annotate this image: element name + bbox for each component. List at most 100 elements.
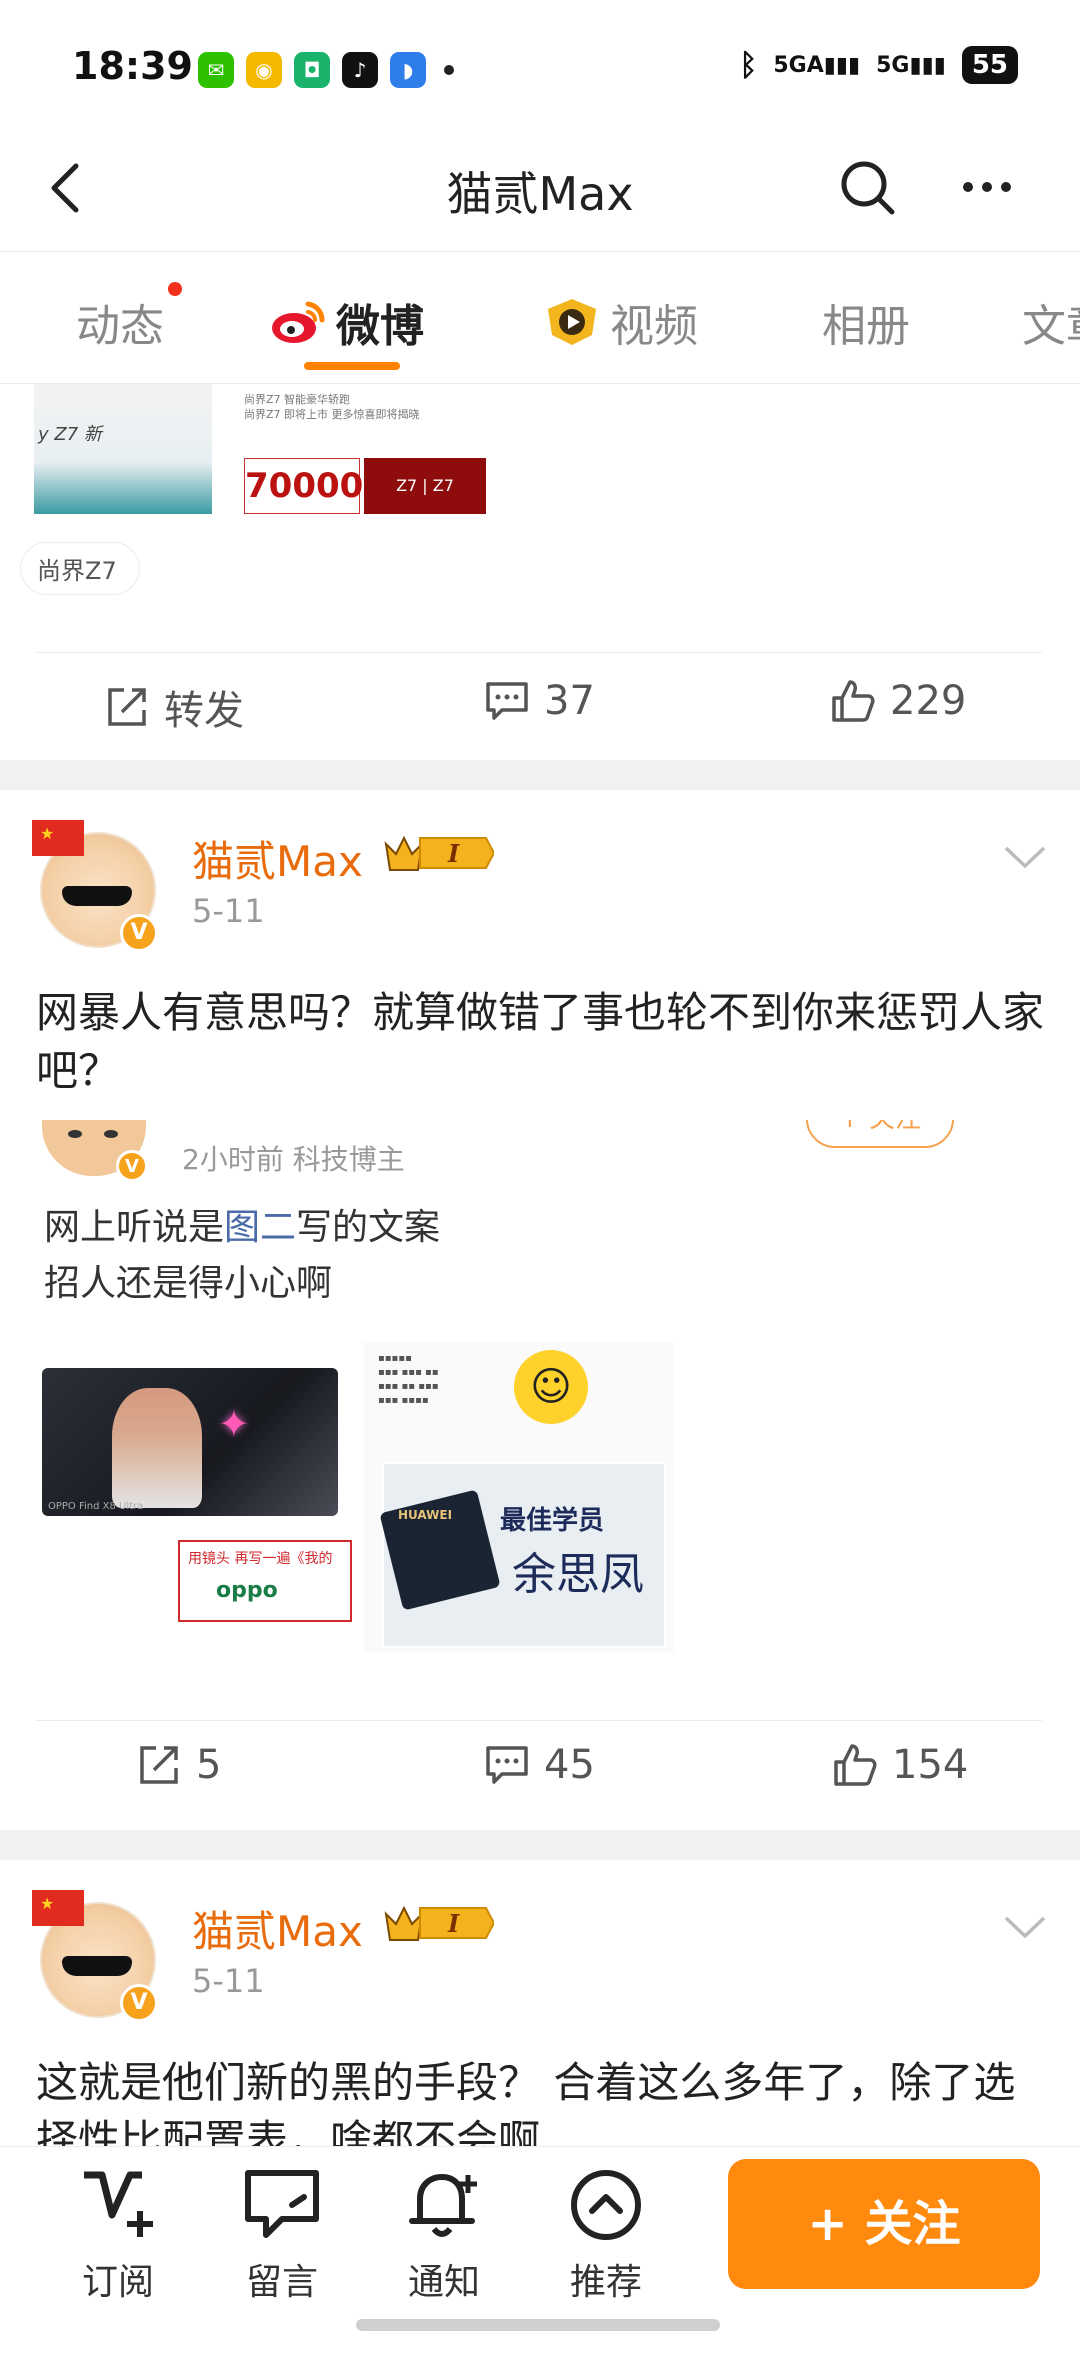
chevron-down-icon[interactable] [1000,838,1050,878]
top-nav-bar: 猫贰Max [0,130,1080,252]
post-actions: 转发 37 229 [0,656,1080,756]
author-name[interactable]: 猫贰Max [192,1898,363,1959]
repost-icon [140,1746,178,1784]
tab-articles[interactable]: 文章 [1022,290,1080,354]
image-body-text: 尚界Z7 智能豪华轿跑 尚界Z7 即将上市 更多惊喜即将揭晓 [244,393,420,421]
previous-post: y Z7 新 尚界Z7 智能豪华轿跑 尚界Z7 即将上市 更多惊喜即将揭晓 700… [0,384,1080,759]
avatar[interactable]: ★ V [32,1890,162,2022]
repost-button[interactable]: 转发 [104,678,244,736]
divider [36,1720,1042,1721]
video-badge-icon [548,299,596,345]
divider [36,652,1042,653]
tab-dynamics[interactable]: 动态 [76,290,164,354]
avatar-eye [68,1130,82,1138]
like-button[interactable]: 154 [832,1742,968,1788]
neon-sign: ✦ [218,1402,250,1446]
post-text: 这就是他们新的黑的手段？ 合着这么多年了，除了选择性比配置表，啥都不会啊 [36,2058,1016,2150]
post-date: 5-11 [192,892,265,930]
award-title: 最佳学员 [500,1506,605,1536]
post-separator [0,1830,1080,1860]
huawei-logo: HUAWEI [398,1508,453,1522]
member-crown-icon: I [384,1905,494,1941]
sunglasses-decoration [62,886,132,906]
quoted-follow-button: + 关注 [806,1120,954,1148]
thumbs-up-icon [834,1744,877,1786]
weibo-icon: ◉ [246,52,282,88]
embedded-screenshot[interactable]: V 2小时前 科技博主 + 关注 网上听说是图二写的文案 招人还是得小心啊 ✦ … [0,1120,1080,1680]
bottom-action-bar: 订阅 留言 通知 推荐 + 关注 [0,2146,1080,2354]
tab-album[interactable]: 相册 [822,290,910,354]
notification-button[interactable]: 通知 [384,2165,504,2305]
comment-button[interactable]: 45 [484,1742,595,1788]
more-notifications-icon [444,65,454,75]
follow-button[interactable]: + 关注 [728,2159,1040,2289]
tab-weibo[interactable]: 微博 [270,290,424,354]
signal-icon-1: 5GA▮▮▮ [773,52,861,78]
quoted-line-1: 网上听说是图二写的文案 [44,1207,441,1248]
author-name[interactable]: 猫贰Max [192,828,363,889]
quoted-image-1-caption: 用镜头 再写一遍《我的 oppo [178,1540,352,1622]
status-bar: 18:39 ✉ ◉ ◘ ♪ ◗ ᛒ 5GA▮▮▮ 5G▮▮▮ 55 [0,0,1080,130]
topic-chip[interactable]: 尚界Z7 [20,542,140,595]
app-icon: ◘ [294,52,330,88]
shield-icon: ◗ [390,52,426,88]
person-figure [112,1388,202,1508]
signal-icon-2: 5G▮▮▮ [876,52,946,78]
quoted-text: 网上听说是图二写的文案 招人还是得小心啊 [44,1200,440,1312]
post-separator [0,760,1080,790]
wechat-icon: ✉ [198,52,234,88]
comment-button[interactable]: 37 [484,678,595,724]
screenshot-lines: ▪▪▪▪▪ ▪▪▪ ▪▪▪ ▪▪ ▪▪▪ ▪▪ ▪▪▪ ▪▪▪ ▪▪▪▪ [378,1353,439,1406]
bell-icon [409,2174,477,2237]
thumbs-up-icon [832,680,875,722]
post-actions: 5 45 154 [0,1720,1080,1820]
subscribe-button[interactable]: 订阅 [58,2165,178,2305]
comment-icon [486,682,528,720]
quoted-line-2: 招人还是得小心啊 [44,1263,333,1304]
price-tag: 70000 [244,458,363,514]
search-icon[interactable] [836,156,898,218]
active-tab-indicator [304,362,400,370]
award-card: HUAWEI 最佳学员 余思凤 [379,1462,666,1648]
recommend-button[interactable]: 推荐 [546,2165,666,2305]
weibo-logo-icon [272,301,325,343]
home-indicator[interactable] [356,2319,720,2331]
like-button[interactable]: 229 [830,678,966,724]
model-tag: Z7 | Z7 [364,458,486,514]
unread-dot [168,282,182,296]
flag-icon: ★ [32,820,84,856]
avatar[interactable]: ★ V [32,820,162,952]
quoted-image-2: ▪▪▪▪▪ ▪▪▪ ▪▪▪ ▪▪ ▪▪▪ ▪▪ ▪▪▪ ▪▪▪ ▪▪▪▪ ☺ HUAW… [364,1342,674,1652]
tab-video[interactable]: 视频 [544,290,698,354]
chevron-down-icon[interactable] [1000,1908,1050,1948]
avatar-eye [104,1130,118,1138]
award-name: 余思凤 [512,1549,644,1600]
page-title: 猫贰Max [446,167,634,221]
photo-credit: OPPO Find X8 Ultra [48,1501,144,1512]
image-caption: y Z7 新 [38,424,102,445]
quoted-image-1: ✦ OPPO Find X8 Ultra [42,1368,338,1516]
quoted-meta: 2小时前 科技博主 [182,1143,405,1176]
message-button[interactable]: 留言 [222,2165,342,2305]
subscribe-icon [84,2171,153,2237]
repost-button[interactable]: 5 [136,1742,221,1788]
message-icon [245,2170,319,2238]
bluetooth-icon: ᛒ [739,47,758,83]
verified-badge-icon: V [116,1150,148,1182]
post-card: ★ V 猫贰Max I 5-11 这就是他们新的黑的手段？ 合着这么多年了，除了… [0,1860,1080,2150]
more-options-icon[interactable] [956,156,1018,218]
system-icons: ᛒ 5GA▮▮▮ 5G▮▮▮ 55 [739,46,1018,84]
post-text: 网暴人有意思吗？就算做错了事也轮不到你来惩罚人家吧？ [36,988,1045,1095]
battery-icon: 55 [961,46,1018,84]
recommend-icon [571,2170,641,2240]
profile-tabs: 动态 微博 视频 相册 文章 [0,252,1080,384]
post-image-car[interactable]: y Z7 新 [34,384,212,514]
quoted-link: 图二 [224,1207,297,1248]
notification-icons: ✉ ◉ ◘ ♪ ◗ [198,52,454,88]
flag-icon: ★ [32,1890,84,1926]
verified-badge-icon: V [120,1984,158,2022]
post-date: 5-11 [192,1962,265,2000]
tiktok-icon: ♪ [342,52,378,88]
verified-badge-icon: V [120,914,158,952]
sunglasses-decoration [62,1956,132,1976]
